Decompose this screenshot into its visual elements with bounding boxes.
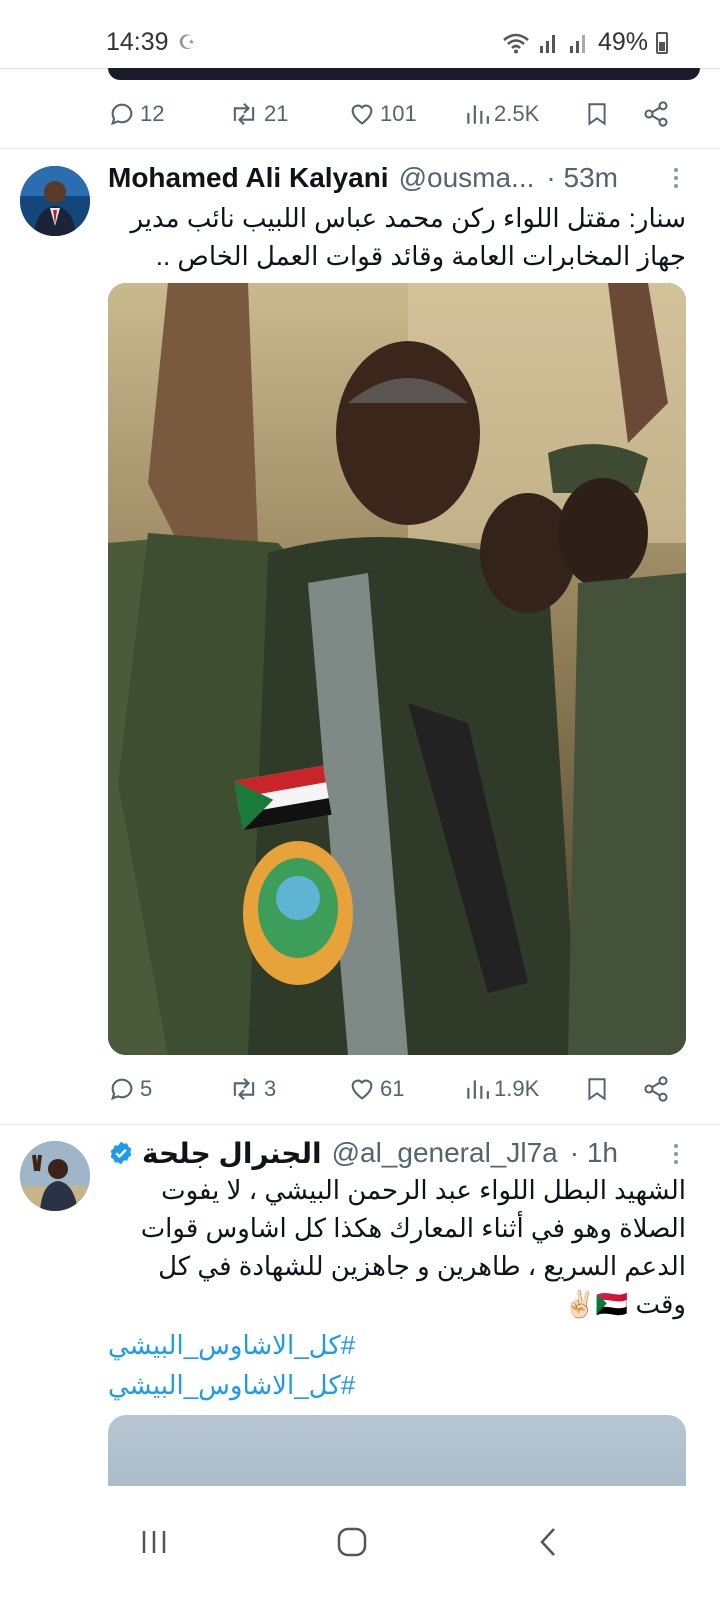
avatar-image bbox=[20, 166, 90, 236]
like-button[interactable]: 61 bbox=[348, 1075, 404, 1103]
retweet-count: 3 bbox=[264, 1076, 277, 1101]
home-button[interactable] bbox=[322, 1512, 382, 1572]
signal-icon-2 bbox=[569, 34, 585, 53]
tweet-text: الشهيد البطل اللواء عبد الرحمن البيشي ، … bbox=[140, 1175, 686, 1319]
hashtag-link[interactable]: #كل_الاشاوس_البيشي bbox=[108, 1370, 355, 1401]
reply-icon bbox=[111, 1078, 133, 1101]
tweet-text: سنار: مقتل اللواء ركن محمد عباس اللبيب ن… bbox=[130, 203, 686, 271]
heart-icon bbox=[351, 1079, 373, 1100]
back-button[interactable] bbox=[518, 1512, 578, 1572]
photo-image bbox=[108, 283, 686, 1055]
wifi-icon bbox=[503, 33, 529, 53]
recent-apps-icon bbox=[142, 1531, 166, 1553]
status-bar: 14:39 ☪ 49% bbox=[0, 0, 720, 68]
more-options-button[interactable] bbox=[666, 163, 686, 193]
more-options-button[interactable] bbox=[666, 1139, 686, 1169]
retweet-button[interactable]: 21 bbox=[228, 100, 288, 128]
handle[interactable]: @al_general_Jl7a bbox=[332, 1137, 558, 1169]
handle[interactable]: @ousma... bbox=[399, 162, 535, 194]
battery-icon bbox=[656, 31, 668, 54]
notification-icon: ☪ bbox=[178, 32, 196, 54]
avatar-image bbox=[20, 1141, 90, 1211]
bookmark-button[interactable] bbox=[584, 1075, 610, 1103]
share-button[interactable] bbox=[642, 1075, 670, 1103]
status-indicators: 49% bbox=[502, 28, 668, 57]
previous-tweet-image[interactable] bbox=[108, 68, 700, 80]
back-icon bbox=[540, 1528, 555, 1556]
signal-icon-1 bbox=[539, 34, 555, 53]
display-name[interactable]: الجنرال جلحة bbox=[142, 1137, 322, 1170]
recent-apps-button[interactable] bbox=[124, 1512, 184, 1572]
reply-icon bbox=[111, 103, 133, 126]
tweet-header: الجنرال جلحة @al_general_Jl7a · 1h bbox=[108, 1134, 684, 1172]
hashtag-link[interactable]: #كل_الاشاوس_البيشي bbox=[108, 1330, 355, 1361]
system-navigation-bar bbox=[0, 1486, 720, 1600]
bookmark-icon bbox=[588, 103, 606, 126]
views-button[interactable]: 1.9K bbox=[464, 1075, 539, 1103]
retweet-icon bbox=[233, 102, 255, 126]
avatar[interactable] bbox=[20, 1141, 90, 1211]
views-button[interactable]: 2.5K bbox=[464, 100, 539, 128]
timestamp[interactable]: · 53m bbox=[546, 162, 618, 194]
retweet-button[interactable]: 3 bbox=[228, 1075, 276, 1103]
avatar[interactable] bbox=[20, 166, 90, 236]
retweet-icon bbox=[233, 1077, 255, 1101]
bookmark-icon bbox=[588, 1078, 606, 1101]
like-button[interactable]: 101 bbox=[348, 100, 417, 128]
timestamp[interactable]: · 1h bbox=[570, 1137, 618, 1169]
tweet-photo[interactable] bbox=[108, 283, 686, 1055]
share-icon bbox=[644, 101, 668, 127]
retweet-count: 21 bbox=[264, 101, 289, 126]
previous-tweet-actions: 12 21 101 2.5K bbox=[108, 94, 698, 134]
reply-count: 5 bbox=[140, 1076, 153, 1101]
tweet[interactable]: الجنرال جلحة @al_general_Jl7a · 1h الشهي… bbox=[0, 1125, 720, 1486]
bookmark-button[interactable] bbox=[584, 100, 610, 128]
like-count: 61 bbox=[380, 1076, 405, 1101]
views-icon bbox=[467, 105, 489, 124]
tweet-actions: 5 3 61 1.9K bbox=[108, 1069, 698, 1109]
share-button[interactable] bbox=[642, 100, 670, 128]
tweet-header: Mohamed Ali Kalyani @ousma... · 53m bbox=[108, 159, 684, 197]
status-time: 14:39 bbox=[106, 28, 169, 56]
reply-count: 12 bbox=[140, 101, 165, 126]
share-icon bbox=[644, 1076, 668, 1102]
views-count: 1.9K bbox=[494, 1076, 540, 1101]
battery-percent: 49% bbox=[597, 28, 648, 56]
tweet[interactable]: Mohamed Ali Kalyani @ousma... · 53m سنار… bbox=[0, 149, 720, 1124]
heart-icon bbox=[351, 104, 373, 125]
like-count: 101 bbox=[380, 101, 417, 126]
verified-badge-icon bbox=[110, 1141, 132, 1165]
reply-button[interactable]: 12 bbox=[108, 100, 164, 128]
views-count: 2.5K bbox=[494, 101, 540, 126]
reply-button[interactable]: 5 bbox=[108, 1075, 152, 1103]
tweet-photo[interactable] bbox=[108, 1415, 686, 1486]
views-icon bbox=[467, 1080, 489, 1099]
home-icon bbox=[337, 1527, 367, 1557]
display-name[interactable]: Mohamed Ali Kalyani bbox=[108, 162, 389, 194]
